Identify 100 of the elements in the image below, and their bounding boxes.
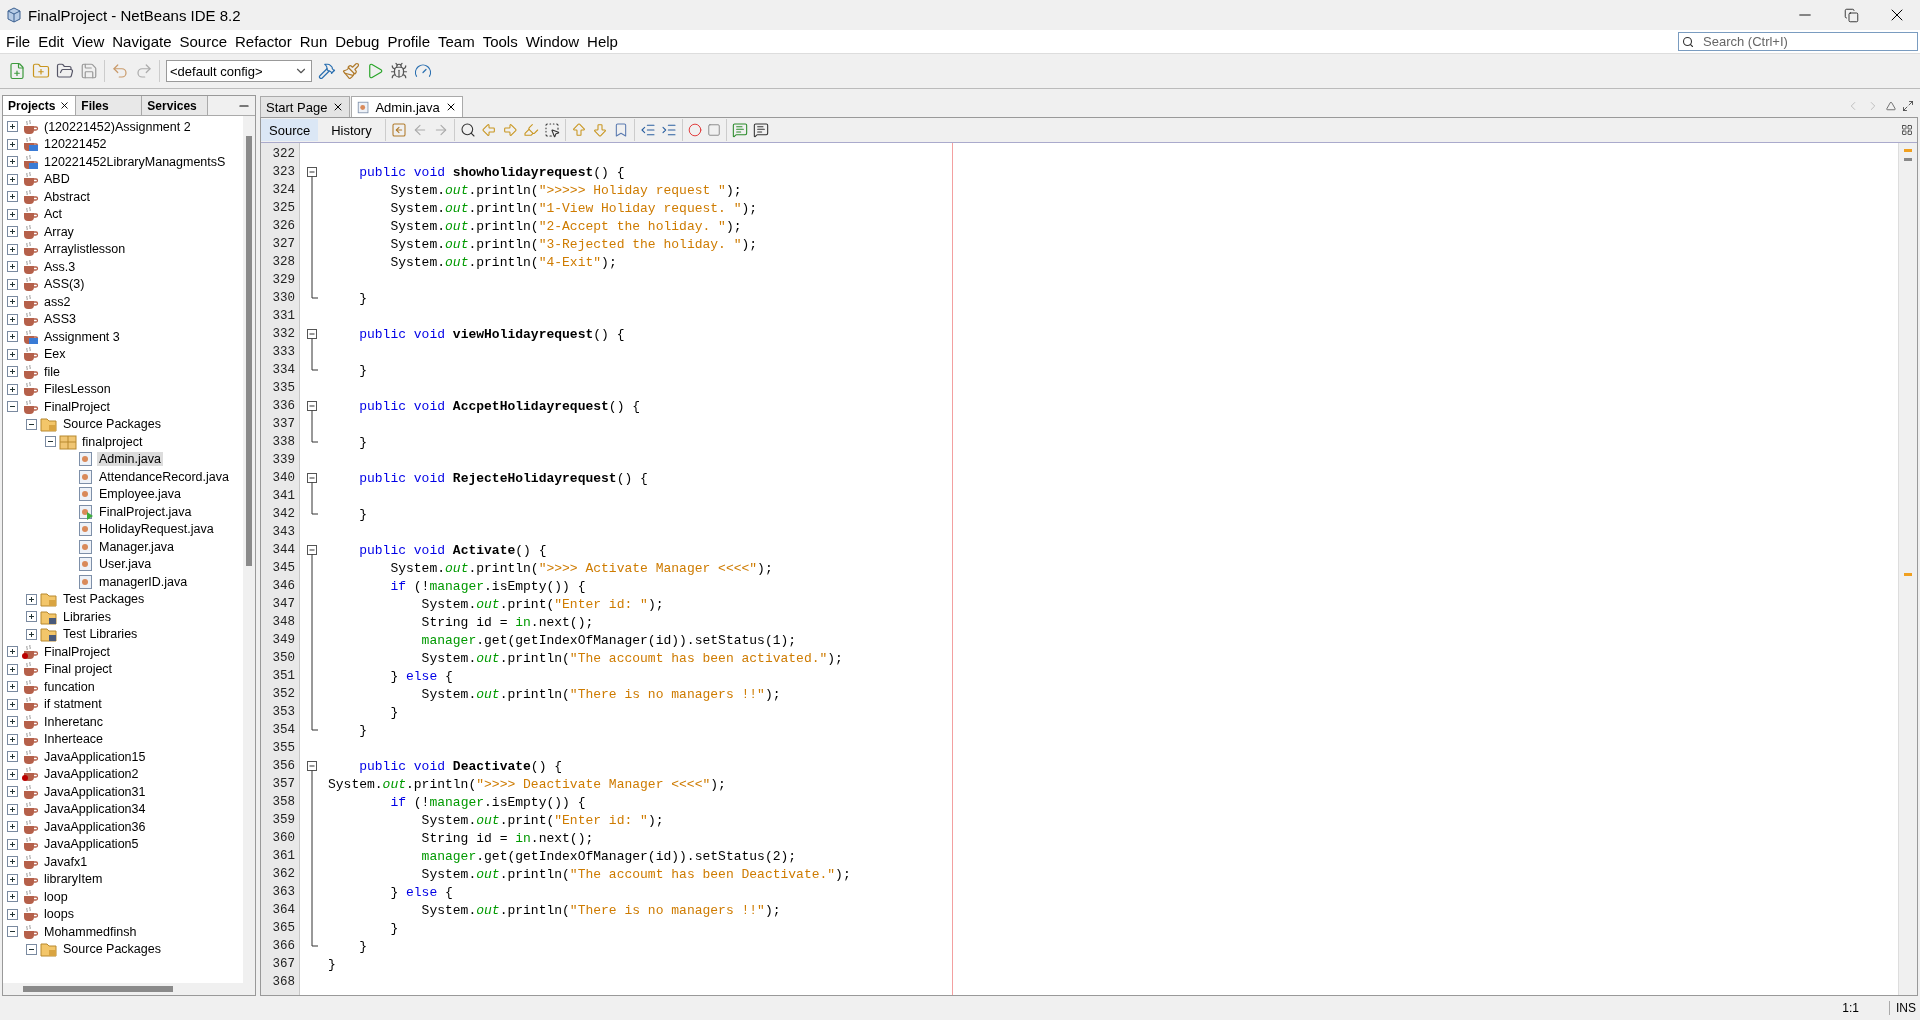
expand-icon[interactable] [7,121,18,133]
panel-tab[interactable]: Files [76,96,143,115]
tree-item[interactable]: Source Packages [61,942,163,957]
expand-icon[interactable] [7,243,18,255]
tree-item[interactable]: FinalProject [42,644,112,659]
expand-icon[interactable] [7,296,18,308]
expand-icon[interactable] [7,366,18,378]
tree-item[interactable]: User.java [97,557,154,572]
tree-item[interactable]: Mohammedfinsh [42,924,139,939]
tree-item[interactable]: Libraries [61,609,113,624]
menu-item[interactable]: Source [175,33,231,50]
tree-item[interactable]: Assignment 3 [42,329,122,344]
menu-item[interactable]: Team [434,33,479,50]
expand-icon[interactable] [7,768,18,780]
expand-icon[interactable] [7,313,18,325]
tree-item[interactable]: funcation [42,679,97,694]
bug-icon[interactable] [390,62,408,80]
tree-item[interactable]: JavaApplication34 [42,802,148,817]
expand-icon[interactable] [7,191,18,203]
expand-icon[interactable] [7,226,18,238]
new-file-icon[interactable] [8,62,26,80]
comment-icon[interactable] [731,122,748,138]
tree-item[interactable]: Ass.3 [42,259,78,274]
menu-item[interactable]: Profile [383,33,434,50]
indent-decrease-icon[interactable] [639,122,656,138]
tree-item[interactable]: FilesLesson [42,382,113,397]
tree-item[interactable]: Test Libraries [61,627,140,642]
tree-item[interactable]: Employee.java [97,487,183,502]
tree-item[interactable]: Abstract [42,189,92,204]
play-icon[interactable] [366,62,384,80]
expand-icon[interactable] [26,593,37,605]
vertical-scrollbar[interactable] [243,116,255,983]
collapse-icon[interactable] [7,926,18,938]
tree-item[interactable]: JavaApplication31 [42,784,148,799]
expand-icon[interactable] [7,891,18,903]
brush-icon[interactable] [342,62,360,80]
menu-item[interactable]: Help [583,33,622,50]
expand-icon[interactable] [7,348,18,360]
config-dropdown[interactable]: <default config> [166,60,312,82]
expand-icon[interactable] [7,838,18,850]
tree-item[interactable]: Manager.java [97,539,177,554]
tree-item[interactable]: finalproject [80,434,145,449]
menu-item[interactable]: View [68,33,109,50]
collapse-icon[interactable] [7,401,18,413]
record-icon[interactable] [687,123,702,137]
menu-item[interactable]: Run [295,33,332,50]
tree-item[interactable]: AttendanceRecord.java [97,469,231,484]
tree-item[interactable]: Javafx1 [42,854,90,869]
jump-back-icon[interactable] [390,122,407,138]
tree-item[interactable]: JavaApplication15 [42,749,148,764]
tree-item[interactable]: Admin.java [97,452,163,467]
tree-item[interactable]: loops [42,907,76,922]
expand-icon[interactable] [7,786,18,798]
menu-item[interactable]: Tools [478,33,522,50]
tree-item[interactable]: Source Packages [61,417,163,432]
search-field[interactable]: Search (Ctrl+I) [1678,32,1918,51]
search-icon[interactable] [459,122,476,138]
menu-item[interactable]: Refactor [231,33,296,50]
expand-icon[interactable] [7,173,18,185]
tree-item[interactable]: 120221452 [42,137,109,152]
expand-icon[interactable] [7,383,18,395]
menu-item[interactable]: Window [521,33,584,50]
tree-item[interactable]: ass2 [42,294,73,309]
gauge-icon[interactable] [414,62,432,80]
tree-item[interactable]: FinalProject [42,399,112,414]
expand-icon[interactable] [7,138,18,150]
tree-item[interactable]: Array [42,224,76,239]
split-icon[interactable] [1901,124,1913,136]
tree-item[interactable]: file [42,364,62,379]
collapse-icon[interactable] [26,418,37,430]
tree-item[interactable]: Final project [42,662,115,677]
expand-icon[interactable] [7,716,18,728]
menu-item[interactable]: Navigate [108,33,176,50]
tree-item[interactable]: ABD [42,172,72,187]
tree-item[interactable]: loop [42,889,70,904]
tree-item[interactable]: ASS3 [42,312,78,327]
tree-item[interactable]: JavaApplication36 [42,819,148,834]
expand-icon[interactable] [7,681,18,693]
expand-icon[interactable] [7,803,18,815]
maximize-icon[interactable] [1902,100,1914,112]
expand-icon[interactable] [7,751,18,763]
close-icon[interactable] [59,100,71,111]
expand-icon[interactable] [26,611,37,623]
tree-item[interactable]: FinalProject.java [97,504,194,519]
expand-icon[interactable] [7,856,18,868]
expand-icon[interactable] [7,698,18,710]
panel-tab[interactable]: Projects [3,96,77,115]
expand-icon[interactable] [7,873,18,885]
indent-increase-icon[interactable] [660,122,677,138]
hammer-icon[interactable] [318,62,336,80]
tree-item[interactable]: managerID.java [97,574,190,589]
tree-item[interactable]: ASS(3) [42,277,87,292]
tree-item[interactable]: Eex [42,347,68,362]
expand-icon[interactable] [7,733,18,745]
restore-icon[interactable] [1843,7,1859,23]
open-folder-icon[interactable] [56,62,74,80]
tree-item[interactable]: JavaApplication5 [42,837,141,852]
editor-tab[interactable]: Admin.java [351,96,463,117]
tree-item[interactable]: (120221452)Assignment 2 [42,119,193,134]
tree-item[interactable]: Test Packages [61,592,147,607]
